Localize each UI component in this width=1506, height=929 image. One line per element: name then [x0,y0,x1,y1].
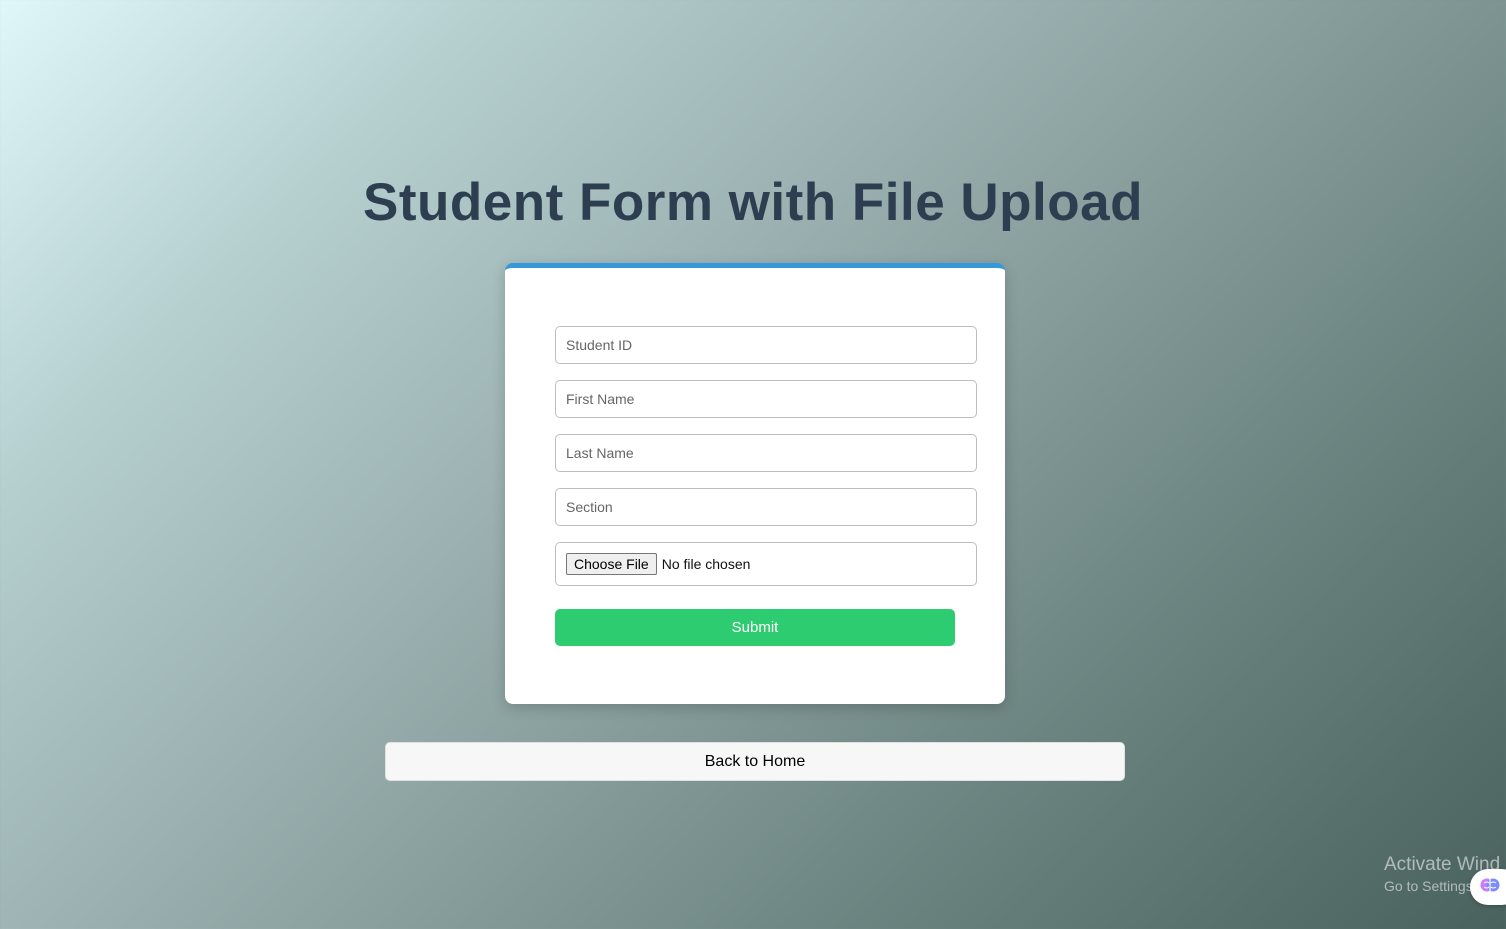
student-id-input[interactable] [555,326,977,364]
first-name-input[interactable] [555,380,977,418]
back-to-home-button[interactable]: Back to Home [385,742,1125,781]
choose-file-button[interactable]: Choose File [566,553,657,575]
student-form-card: Choose File No file chosen Submit [505,263,1005,704]
section-input[interactable] [555,488,977,526]
brain-icon [1480,875,1500,900]
floating-assistant-widget[interactable] [1470,869,1506,905]
file-status-text: No file chosen [661,556,751,572]
last-name-input[interactable] [555,434,977,472]
submit-button[interactable]: Submit [555,609,955,646]
file-upload-field[interactable]: Choose File No file chosen [555,542,977,586]
page-title: Student Form with File Upload [362,173,1144,232]
